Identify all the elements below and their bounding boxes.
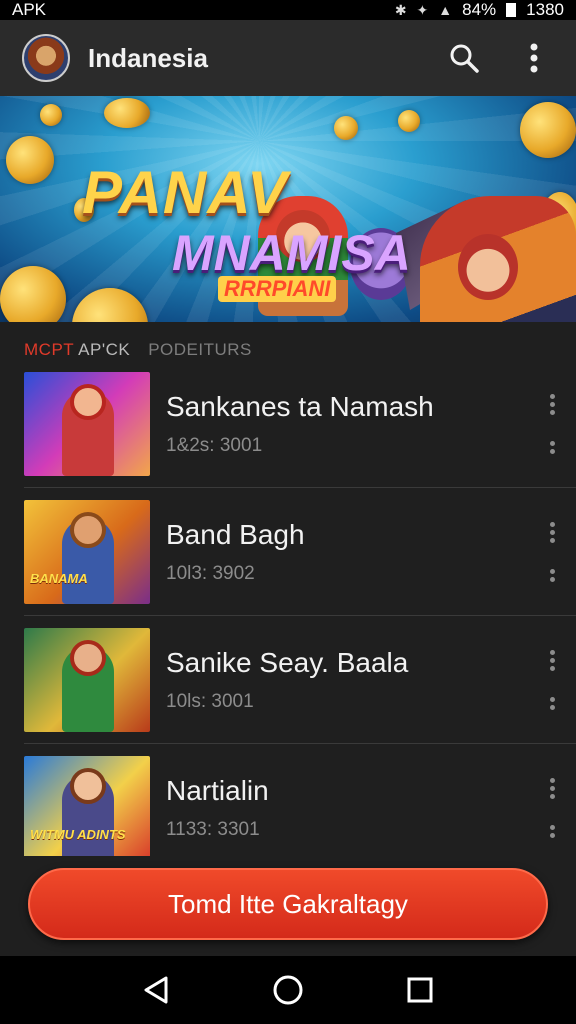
clock: 1380: [526, 0, 564, 19]
game-meta: 1133: 3301: [166, 819, 260, 840]
game-title: Sankanes ta Namash: [166, 390, 434, 422]
more-vert-icon: [530, 43, 538, 73]
home-icon: [273, 975, 303, 1005]
thumbnail-text: BANAMA: [30, 570, 88, 586]
warrior-character-head: [458, 234, 518, 300]
more-vert-icon: [549, 441, 555, 454]
list-item[interactable]: Sankanes ta Namash 1&2s: 3001: [24, 360, 576, 488]
game-title: Nartialin: [166, 775, 269, 806]
game-title: Sanike Seay. Baala: [166, 646, 409, 678]
app-bar-actions: [444, 38, 554, 78]
page-title: Indanesia: [88, 42, 208, 73]
thumb-head: [70, 511, 106, 548]
coin-decoration: [520, 102, 576, 158]
row-info: Sanike Seay. Baala 10ls: 3001: [166, 647, 576, 713]
recents-icon: [407, 977, 433, 1003]
row-more-button[interactable]: [542, 650, 562, 710]
coin-decoration: [104, 98, 150, 128]
battery-icon: [506, 3, 517, 17]
cta-container: Tomd Itte Gakraltagy: [0, 856, 576, 956]
more-vert-icon: [549, 569, 555, 582]
game-meta: 10l3: 3902: [166, 562, 255, 584]
more-vert-icon: [549, 394, 555, 415]
coin-decoration: [334, 116, 358, 140]
thumbnail-text: WITMU ADINTS: [30, 827, 126, 842]
banner-subtitle: RRRPIANI: [218, 276, 337, 302]
tab-label-grey: AP'CK: [73, 340, 131, 359]
system-nav-bar: [0, 956, 576, 1024]
row-info: Band Bagh 10l3: 3902: [166, 519, 576, 585]
game-thumbnail: [24, 627, 150, 732]
game-meta: 10ls: 3001: [166, 690, 254, 712]
tab-podeiturs[interactable]: PODEITURS: [148, 340, 252, 360]
banner-title-line2: MNAMISA: [172, 225, 411, 281]
coin-decoration: [398, 110, 420, 132]
more-vert-icon: [549, 650, 555, 671]
row-more-button[interactable]: [542, 394, 562, 454]
list-item[interactable]: Sanike Seay. Baala 10ls: 3001: [24, 616, 576, 744]
search-button[interactable]: [444, 38, 484, 78]
battery-percent: 84%: [462, 0, 497, 19]
game-thumbnail: [24, 371, 150, 476]
thumb-head: [70, 639, 106, 676]
thumb-head: [70, 768, 106, 804]
row-more-button[interactable]: [542, 522, 562, 582]
nav-back-button[interactable]: [132, 966, 180, 1014]
row-info: Nartialin 1133: 3301: [166, 775, 576, 841]
banner-title-line1: PANAV: [82, 159, 289, 226]
coin-decoration: [40, 104, 62, 126]
app-bar: Indanesia: [0, 20, 576, 96]
more-vert-icon: [549, 778, 555, 799]
more-options-button[interactable]: [514, 38, 554, 78]
game-thumbnail: BANAMA: [24, 499, 150, 604]
more-vert-icon: [549, 697, 555, 710]
primary-cta-button[interactable]: Tomd Itte Gakraltagy: [28, 868, 548, 940]
more-vert-icon: [549, 522, 555, 543]
row-info: Sankanes ta Namash 1&2s: 3001: [166, 391, 576, 457]
coin-decoration: [6, 136, 54, 184]
game-list: Sankanes ta Namash 1&2s: 3001 BANAMA Ban…: [24, 360, 576, 872]
featured-banner[interactable]: PANAV MNAMISA RRRPIANI: [0, 96, 576, 322]
more-vert-icon: [549, 825, 555, 838]
bluetooth-icon: ✱: [394, 1, 407, 18]
tab-label-red: MCPT: [24, 340, 74, 359]
tab-most-apck[interactable]: MCPT AP'CK: [24, 340, 130, 360]
status-bar: APK ✱ ✦ ▲ 84% 1380: [0, 0, 576, 20]
game-thumbnail: WITMU ADINTS: [24, 756, 150, 860]
tab-label: PODEITURS: [148, 340, 252, 359]
signal-icon: ▲: [438, 2, 453, 18]
status-indicators: ✱ ✦ ▲ 84% 1380: [395, 0, 564, 20]
list-item[interactable]: WITMU ADINTS Nartialin 1133: 3301: [24, 744, 576, 872]
back-icon: [144, 976, 168, 1004]
nav-recents-button[interactable]: [396, 966, 444, 1014]
game-title: Band Bagh: [166, 518, 305, 550]
avatar[interactable]: [22, 34, 70, 82]
thumb-head: [70, 383, 106, 420]
game-meta: 1&2s: 3001: [166, 434, 263, 456]
wifi-icon: ✦: [416, 1, 429, 18]
row-more-button[interactable]: [542, 778, 562, 838]
nav-home-button[interactable]: [264, 966, 312, 1014]
carrier-label: APK: [12, 0, 47, 19]
search-icon: [450, 44, 479, 73]
list-item[interactable]: BANAMA Band Bagh 10l3: 3902: [24, 488, 576, 616]
